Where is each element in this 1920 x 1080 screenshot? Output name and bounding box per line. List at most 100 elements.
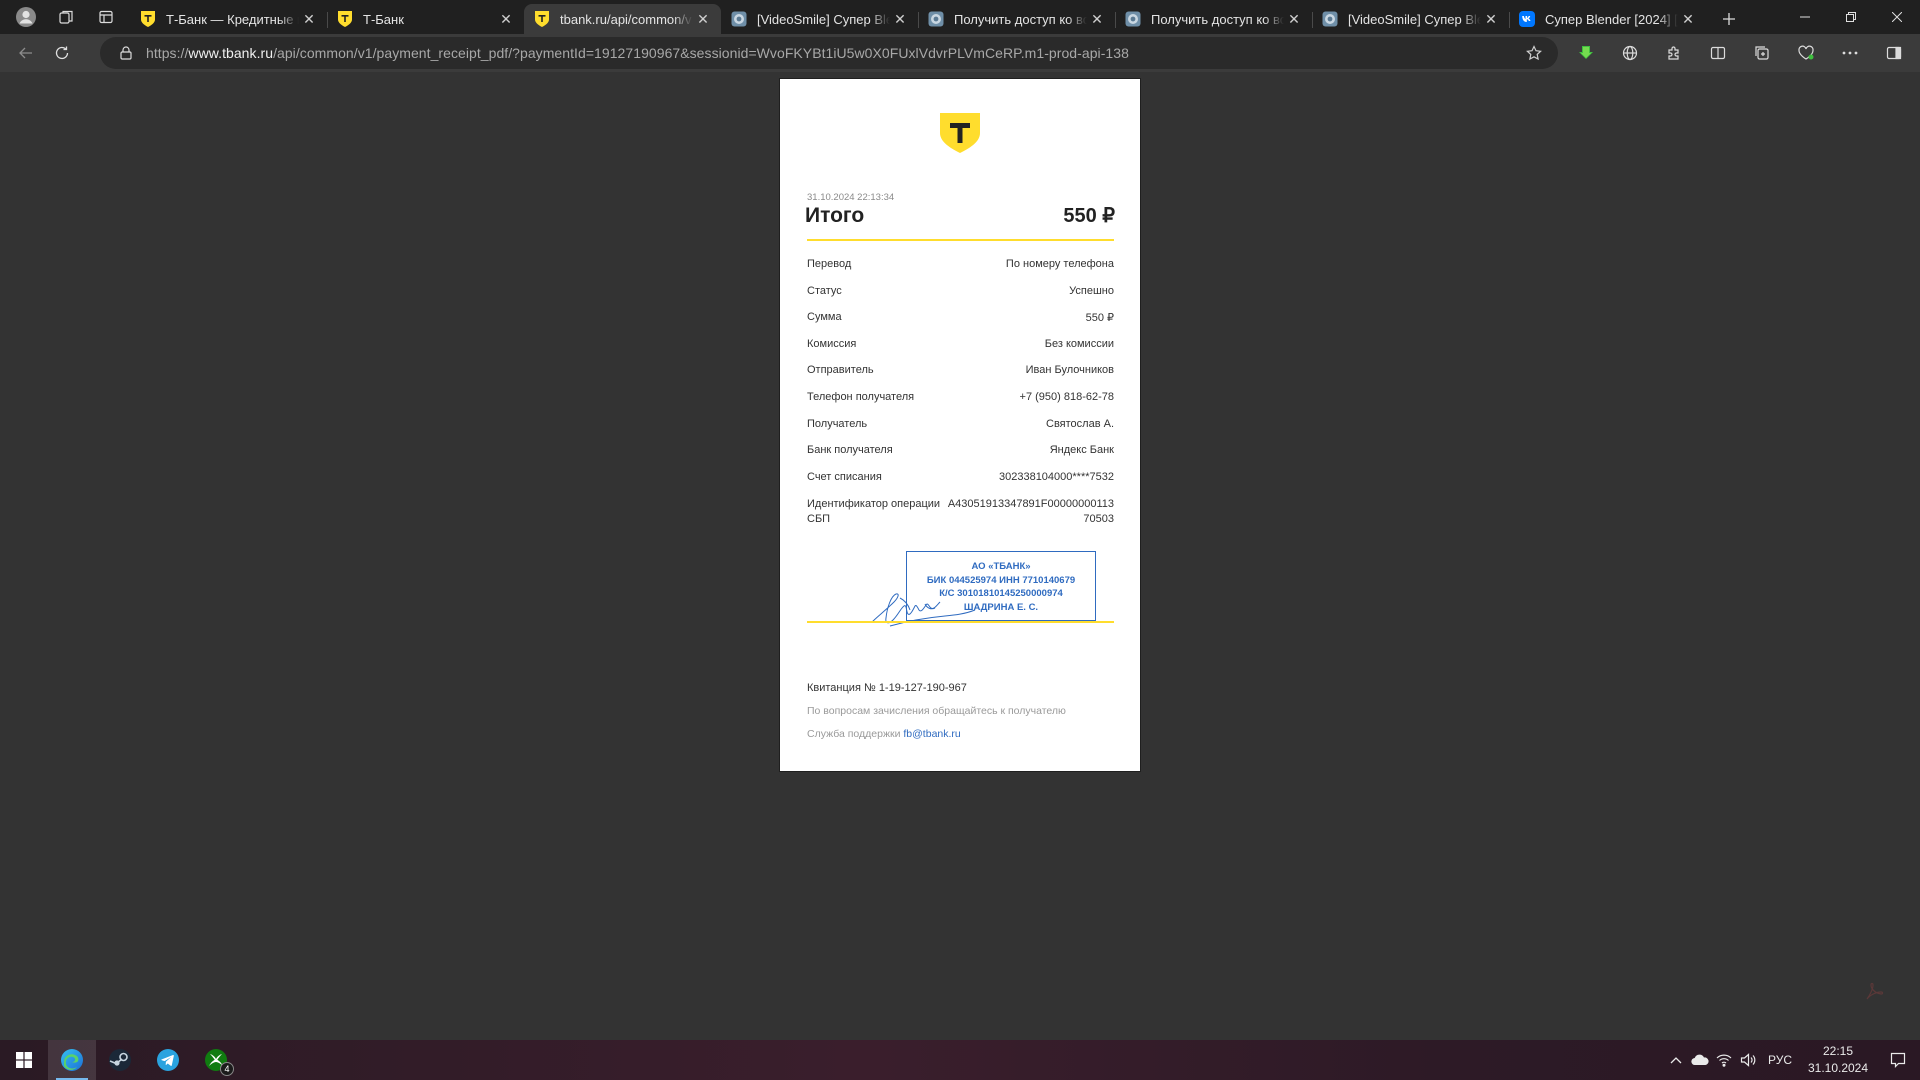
favorite-star-button[interactable] (1522, 41, 1546, 65)
receipt-number: Квитанция № 1-19-127-190-967 (807, 682, 967, 694)
detail-row-commission: Комиссия Без комиссии (807, 338, 1114, 365)
detail-value: A43051913347891F0000000011370503 (947, 498, 1114, 526)
cloud-icon (1691, 1054, 1709, 1066)
vk-icon (1519, 11, 1535, 27)
close-icon[interactable]: ✕ (890, 9, 910, 29)
sidebar-icon (1886, 46, 1902, 60)
notifications-button[interactable] (1876, 1040, 1920, 1080)
url-text[interactable]: https://www.tbank.ru/api/common/v1/payme… (146, 45, 1522, 61)
start-button[interactable] (0, 1040, 48, 1080)
taskbar-app-steam[interactable] (96, 1040, 144, 1080)
tab-tbank[interactable]: Т-Банк ✕ (327, 4, 524, 34)
tab-access-2[interactable]: Получить доступ ко всем ✕ (1115, 4, 1312, 34)
total-label: Итого (805, 204, 865, 227)
pdf-viewer[interactable]: 31.10.2024 22:13:34 Итого 550 ₽ Перевод … (0, 72, 1920, 1040)
browser-toolbar: https://www.tbank.ru/api/common/v1/payme… (0, 34, 1920, 72)
star-icon (1526, 45, 1542, 61)
onedrive-button[interactable] (1688, 1040, 1712, 1080)
show-hidden-icons-button[interactable] (1664, 1040, 1688, 1080)
detail-label: Сумма (807, 311, 842, 324)
new-tab-button[interactable] (1712, 4, 1746, 34)
taskbar: 4 РУС 22:15 31.10.2024 (0, 1040, 1920, 1080)
volume-button[interactable] (1736, 1040, 1760, 1080)
detail-row-transfer: Перевод По номеру телефона (807, 258, 1114, 285)
tab-vk-blender[interactable]: Супер Blender [2024] [VideoSmile] ✕ (1509, 4, 1706, 34)
minimize-icon (1800, 16, 1810, 18)
tbank-shield-icon (534, 11, 550, 27)
globe-thumb-icon (928, 11, 944, 27)
detail-row-status: Статус Успешно (807, 285, 1114, 312)
split-screen-icon (1710, 46, 1726, 60)
tab-videosmile-2[interactable]: [VideoSmile] Супер Blender ✕ (1312, 4, 1509, 34)
url-path: /api/common/v1/payment_receipt_pdf/?paym… (273, 45, 1129, 61)
clock[interactable]: 22:15 31.10.2024 (1800, 1043, 1876, 1077)
detail-row-sbp-id: Идентификатор операции СБП A430519133478… (807, 497, 1114, 531)
downloads-button[interactable] (1568, 38, 1604, 68)
restore-button[interactable] (1828, 0, 1874, 34)
minimize-button[interactable] (1782, 0, 1828, 34)
detail-row-debit-account: Счет списания 302338104000****7532 (807, 471, 1114, 498)
stamp-line: АО «ТБАНК» (971, 561, 1031, 572)
sidebar-toggle-button[interactable] (1876, 38, 1912, 68)
tab-title: Супер Blender [2024] [VideoSmile] (1545, 11, 1678, 27)
close-icon[interactable]: ✕ (1284, 9, 1304, 29)
download-arrow-icon (1579, 46, 1593, 59)
close-icon[interactable]: ✕ (1481, 9, 1501, 29)
tab-title: Получить доступ ко всем (954, 11, 1087, 27)
support-email-link[interactable]: fb@tbank.ru (903, 728, 960, 740)
lock-icon[interactable] (118, 45, 134, 61)
detail-label: Банк получателя (807, 444, 893, 457)
address-bar[interactable]: https://www.tbank.ru/api/common/v1/payme… (100, 37, 1558, 69)
globe-extension-button[interactable] (1612, 38, 1648, 68)
back-button[interactable] (8, 38, 44, 68)
support-label: Служба поддержки (807, 728, 904, 740)
tab-tbank-cards[interactable]: Т-Банк — Кредитные и дебетовые карты ✕ (130, 4, 327, 34)
close-icon[interactable]: ✕ (496, 9, 516, 29)
detail-value: Без комиссии (1044, 337, 1114, 350)
telegram-icon (157, 1049, 179, 1071)
detail-value: +7 (950) 818-62-78 (1019, 390, 1114, 403)
receipt-datetime: 31.10.2024 22:13:34 (807, 192, 895, 203)
tab-title: [VideoSmile] Супер Blender (1348, 11, 1481, 27)
url-host: www.tbank.ru (188, 45, 274, 61)
taskbar-app-xbox[interactable]: 4 (192, 1040, 240, 1080)
taskbar-app-telegram[interactable] (144, 1040, 192, 1080)
close-window-button[interactable] (1874, 0, 1920, 34)
tab-actions-button[interactable] (88, 2, 124, 32)
collections-button[interactable] (1744, 38, 1780, 68)
detail-value: 302338104000****7532 (998, 470, 1114, 483)
chevron-up-icon (1670, 1057, 1682, 1064)
detail-row-amount: Сумма 550 ₽ (807, 311, 1114, 338)
input-language[interactable]: РУС (1760, 1053, 1800, 1067)
total-row: Итого 550 ₽ (805, 203, 1115, 228)
reload-button[interactable] (44, 38, 80, 68)
tab-access-1[interactable]: Получить доступ ко всем ✕ (918, 4, 1115, 34)
network-button[interactable] (1712, 1040, 1736, 1080)
settings-menu-button[interactable] (1832, 38, 1868, 68)
plus-icon (1723, 13, 1735, 25)
detail-value: Яндекс Банк (1049, 444, 1114, 457)
tab-receipt-pdf[interactable]: tbank.ru/api/common/v1/payment_receipt_p… (524, 4, 721, 34)
globe-thumb-icon (1125, 11, 1141, 27)
speaker-icon (1740, 1053, 1756, 1067)
system-tray: РУС 22:15 31.10.2024 (1664, 1040, 1920, 1080)
detail-label: Комиссия (807, 337, 857, 350)
taskbar-app-edge[interactable] (48, 1040, 96, 1080)
workspaces-button[interactable] (48, 2, 84, 32)
browser-essentials-button[interactable] (1788, 38, 1824, 68)
tab-strip: Т-Банк — Кредитные и дебетовые карты ✕ Т… (0, 0, 1920, 34)
tab-videosmile-1[interactable]: [VideoSmile] Супер Blender ✕ (721, 4, 918, 34)
extensions-button[interactable] (1656, 38, 1692, 68)
receipt-info-text: По вопросам зачисления обращайтесь к пол… (807, 705, 1066, 717)
puzzle-icon (1668, 46, 1679, 60)
receipt-page: 31.10.2024 22:13:34 Итого 550 ₽ Перевод … (780, 79, 1140, 771)
total-value: 550 ₽ (1063, 205, 1115, 227)
arrow-left-icon (19, 47, 32, 59)
globe-thumb-icon (731, 11, 747, 27)
split-screen-button[interactable] (1700, 38, 1736, 68)
close-icon[interactable]: ✕ (693, 9, 713, 29)
close-icon[interactable]: ✕ (1087, 9, 1107, 29)
profile-button[interactable] (8, 2, 44, 32)
close-icon[interactable]: ✕ (1678, 9, 1698, 29)
close-icon[interactable]: ✕ (299, 9, 319, 29)
